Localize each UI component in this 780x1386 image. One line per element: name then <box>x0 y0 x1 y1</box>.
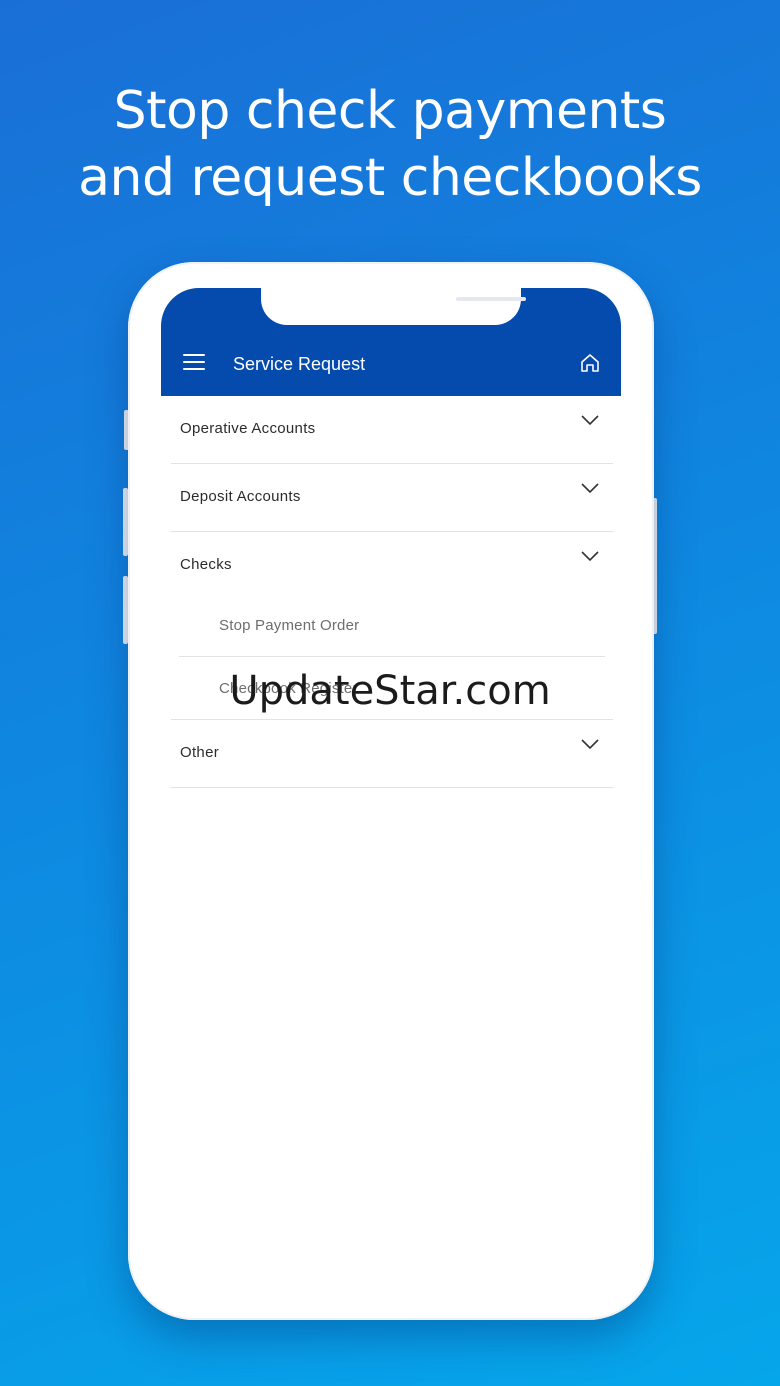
section-label: Checks <box>180 556 232 573</box>
phone-speaker <box>456 297 526 301</box>
sub-item-label: Stop Payment Order <box>219 617 360 634</box>
phone-frame: Service Request Operative Accounts Depos… <box>128 262 654 1320</box>
phone-notch <box>261 288 526 325</box>
phone-screen: Service Request Operative Accounts Depos… <box>161 288 621 1288</box>
service-request-list: Operative Accounts Deposit Accounts Chec… <box>161 396 621 788</box>
promo-headline: Stop check payments and request checkboo… <box>0 78 780 212</box>
app-bar: Service Request <box>161 288 621 396</box>
section-other[interactable]: Other <box>171 719 613 788</box>
headline-line-1: Stop check payments <box>113 81 667 141</box>
section-operative-accounts[interactable]: Operative Accounts <box>171 396 613 464</box>
home-icon[interactable] <box>579 352 601 374</box>
chevron-down-icon <box>581 551 599 562</box>
chevron-down-icon <box>581 415 599 426</box>
section-label: Deposit Accounts <box>180 488 301 505</box>
watermark-text: UpdateStar.com <box>229 668 551 714</box>
sub-item-stop-payment-order[interactable]: Stop Payment Order <box>179 594 605 657</box>
app-bar-title: Service Request <box>233 354 366 374</box>
section-label: Other <box>180 744 220 761</box>
section-deposit-accounts[interactable]: Deposit Accounts <box>171 464 613 532</box>
section-label: Operative Accounts <box>180 420 316 437</box>
hamburger-menu-icon[interactable] <box>183 354 205 372</box>
chevron-down-icon <box>581 483 599 494</box>
chevron-down-icon <box>581 739 599 750</box>
headline-line-2: and request checkbooks <box>78 148 702 208</box>
section-checks[interactable]: Checks <box>171 532 613 594</box>
